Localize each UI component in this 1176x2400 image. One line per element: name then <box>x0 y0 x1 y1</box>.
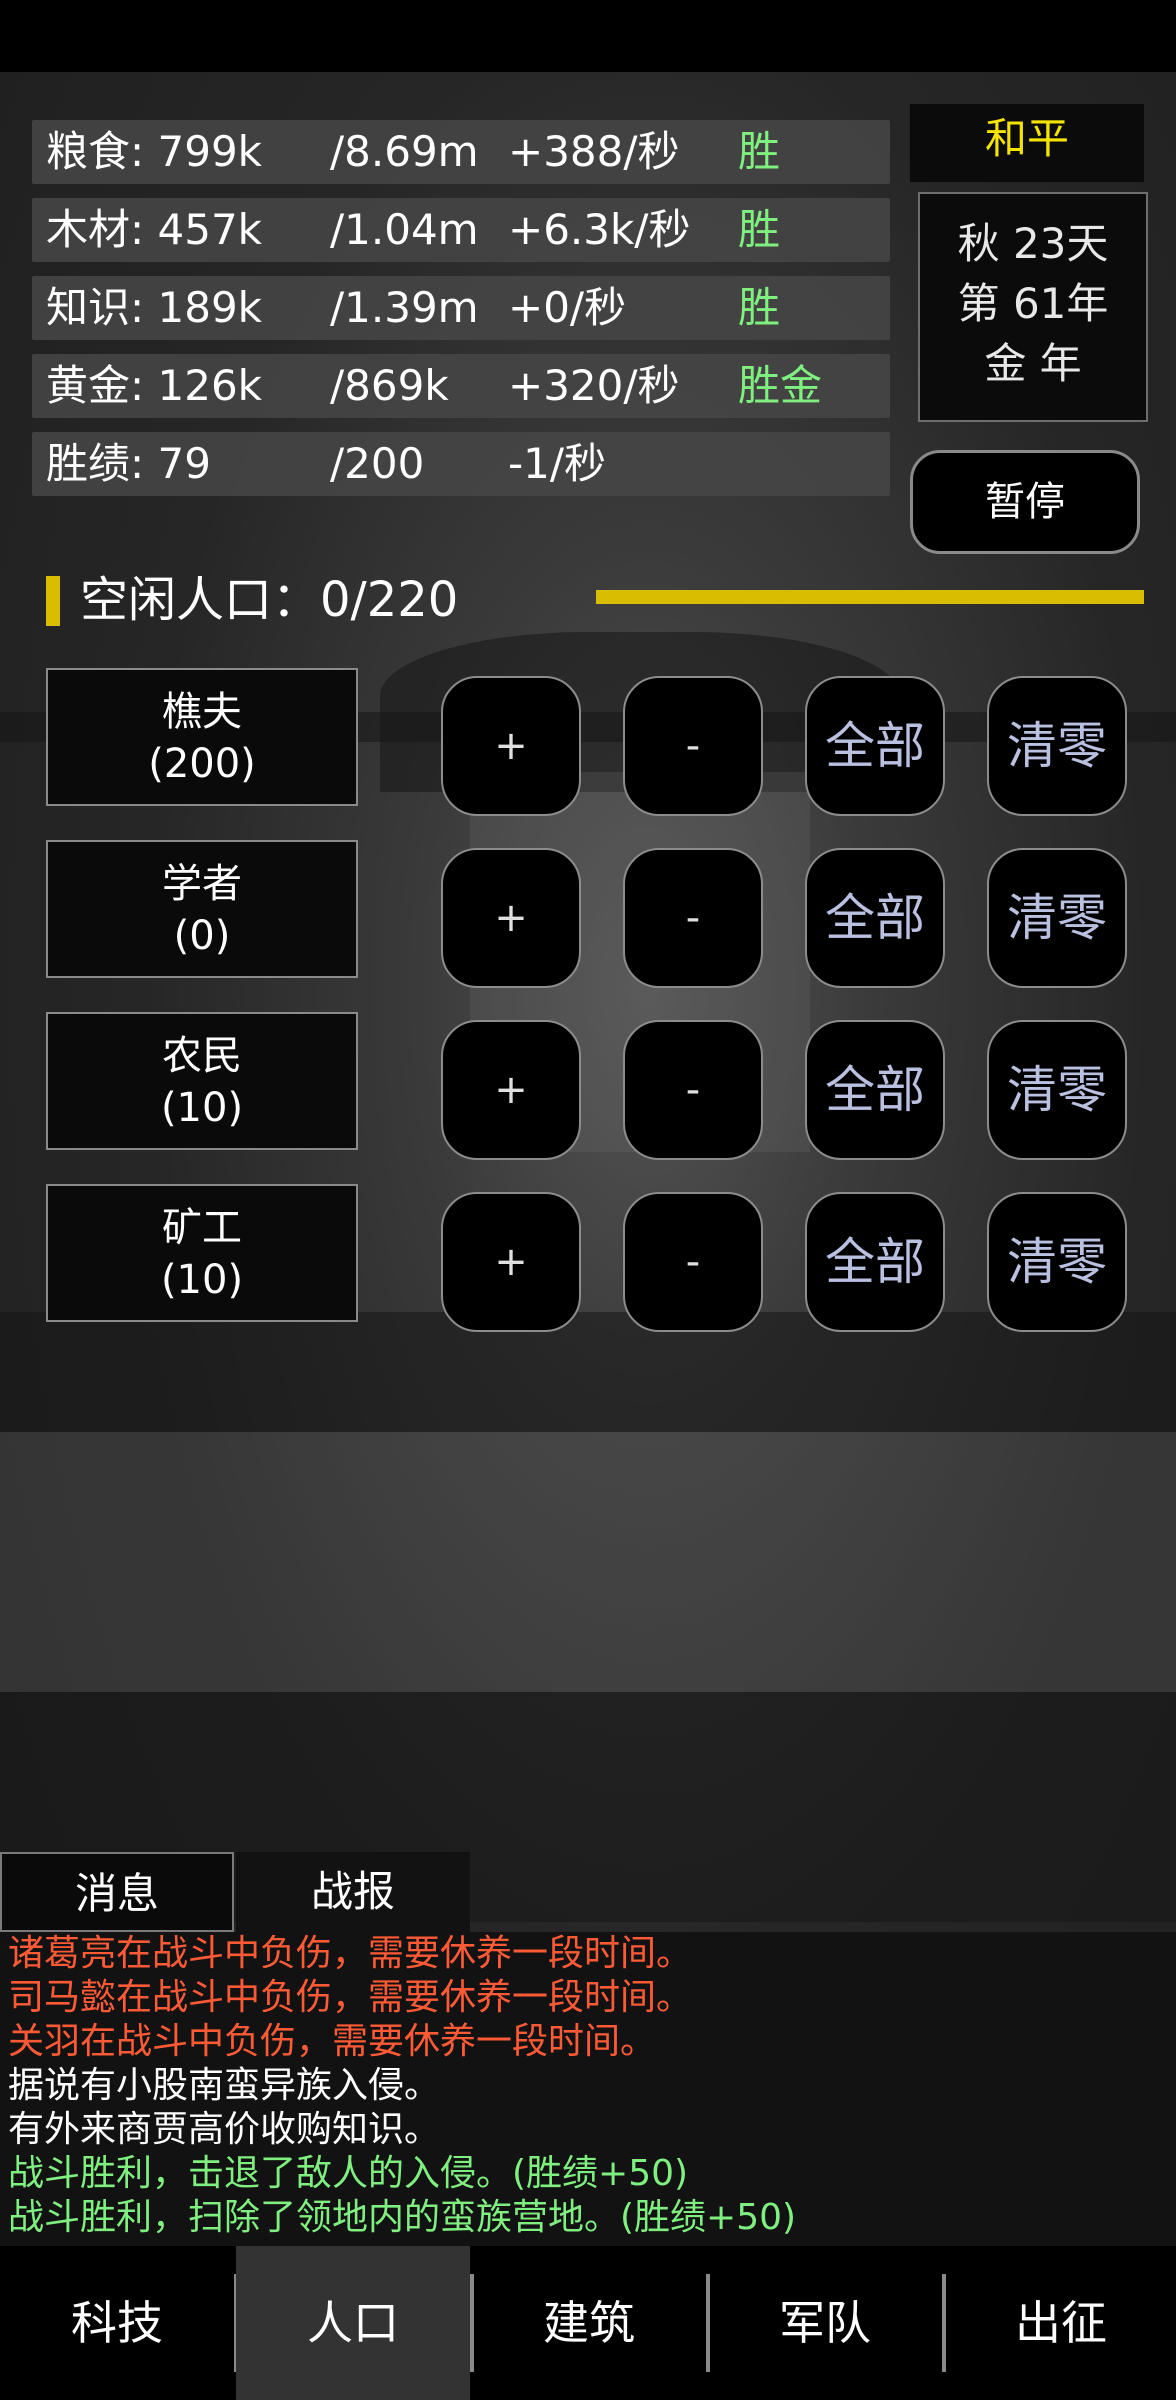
idle-population-label: 空闲人口：0/220 <box>80 572 459 628</box>
role-count: (10) <box>160 1085 244 1131</box>
role-label-box: 农民 (10) <box>46 1012 358 1150</box>
resource-status: 胜 <box>738 127 781 176</box>
clear-button[interactable]: 清零 <box>987 676 1127 816</box>
log-line: 据说有小股南蛮异族入侵。 <box>8 2065 441 2106</box>
nav-expedition[interactable]: 出征 <box>944 2246 1176 2400</box>
clear-button[interactable]: 清零 <box>987 1192 1127 1332</box>
tab-messages[interactable]: 消息 <box>0 1852 234 1932</box>
assign-all-button[interactable]: 全部 <box>805 1192 945 1332</box>
log-line: 战斗胜利，击退了敌人的入侵。(胜绩+50) <box>8 2153 689 2194</box>
role-name: 矿工 <box>162 1205 242 1251</box>
date-panel: 秋 23天 第 61年 金 年 <box>918 192 1148 422</box>
minus-button[interactable]: - <box>623 1020 763 1160</box>
resource-row: 木材: 457k/1.04m +6.3k/秒胜 <box>32 198 890 262</box>
bottom-navigation: 科技 人口 建筑 军队 出征 <box>0 2246 1176 2400</box>
resource-rate: +388/秒 <box>508 127 680 176</box>
role-name: 学者 <box>162 861 242 907</box>
assign-all-button[interactable]: 全部 <box>805 676 945 816</box>
role-label-box: 学者 (0) <box>46 840 358 978</box>
pause-button[interactable]: 暂停 <box>910 450 1140 554</box>
idle-marker <box>46 576 60 626</box>
assign-all-button[interactable]: 全部 <box>805 848 945 988</box>
role-label-box: 矿工 (10) <box>46 1184 358 1322</box>
resource-row: 胜绩: 79/200 -1/秒 <box>32 432 890 496</box>
minus-button[interactable]: - <box>623 1192 763 1332</box>
plus-button[interactable]: + <box>441 676 581 816</box>
resource-name: 粮食: 799k <box>46 127 262 176</box>
log-line: 司马懿在战斗中负伤，需要休养一段时间。 <box>8 1977 693 2018</box>
plus-button[interactable]: + <box>441 848 581 988</box>
resource-name: 黄金: 126k <box>46 361 262 410</box>
resource-name: 知识: 189k <box>46 283 262 332</box>
role-name: 樵夫 <box>162 689 242 735</box>
role-name: 农民 <box>162 1033 242 1079</box>
nav-population[interactable]: 人口 <box>236 2246 470 2400</box>
nav-army[interactable]: 军队 <box>708 2246 942 2400</box>
plus-button[interactable]: + <box>441 1020 581 1160</box>
date-era: 金 年 <box>984 339 1082 388</box>
minus-button[interactable]: - <box>623 676 763 816</box>
log-line: 关羽在战斗中负伤，需要休养一段时间。 <box>8 2021 657 2062</box>
resource-row: 粮食: 799k/8.69m +388/秒 胜 <box>32 120 890 184</box>
resource-cap: /1.04m <box>330 205 479 254</box>
idle-population-bar <box>596 590 1144 604</box>
resource-row: 黄金: 126k/869k +320/秒 胜金 <box>32 354 890 418</box>
resource-row: 知识: 189k/1.39m +0/秒 胜 <box>32 276 890 340</box>
resource-cap: /1.39m <box>330 283 479 332</box>
plus-button[interactable]: + <box>441 1192 581 1332</box>
date-season-day: 秋 23天 <box>957 219 1109 268</box>
peace-status: 和平 <box>910 104 1144 182</box>
resource-name: 胜绩: 79 <box>46 439 211 488</box>
resource-rate: -1/秒 <box>508 439 607 488</box>
log-line: 有外来商贾高价收购知识。 <box>8 2109 441 2150</box>
role-count: (0) <box>173 913 231 959</box>
nav-tech[interactable]: 科技 <box>0 2246 234 2400</box>
system-status-bar <box>0 0 1176 72</box>
role-count: (10) <box>160 1257 244 1303</box>
resource-cap: /8.69m <box>330 127 479 176</box>
resource-name: 木材: 457k <box>46 205 262 254</box>
role-count: (200) <box>148 741 256 787</box>
clear-button[interactable]: 清零 <box>987 848 1127 988</box>
log-line: 战斗胜利，扫除了领地内的蛮族营地。(胜绩+50) <box>8 2197 797 2238</box>
date-year: 第 61年 <box>957 279 1109 328</box>
role-label-box: 樵夫 (200) <box>46 668 358 806</box>
resource-rate: +320/秒 <box>508 361 680 410</box>
nav-buildings[interactable]: 建筑 <box>472 2246 706 2400</box>
resource-cap: /869k <box>330 361 449 410</box>
clear-button[interactable]: 清零 <box>987 1020 1127 1160</box>
resource-rate: +6.3k/秒 <box>508 205 691 254</box>
log-line: 诸葛亮在战斗中负伤，需要休养一段时间。 <box>8 1933 693 1974</box>
tab-battle-report[interactable]: 战报 <box>236 1852 470 1932</box>
resource-status: 胜 <box>738 205 781 254</box>
minus-button[interactable]: - <box>623 848 763 988</box>
message-log: 诸葛亮在战斗中负伤，需要休养一段时间。 司马懿在战斗中负伤，需要休养一段时间。 关羽… <box>0 1932 1176 2250</box>
resource-status: 胜 <box>738 283 781 332</box>
resource-status: 胜金 <box>738 361 823 410</box>
resource-cap: /200 <box>330 439 425 488</box>
assign-all-button[interactable]: 全部 <box>805 1020 945 1160</box>
resource-rate: +0/秒 <box>508 283 627 332</box>
